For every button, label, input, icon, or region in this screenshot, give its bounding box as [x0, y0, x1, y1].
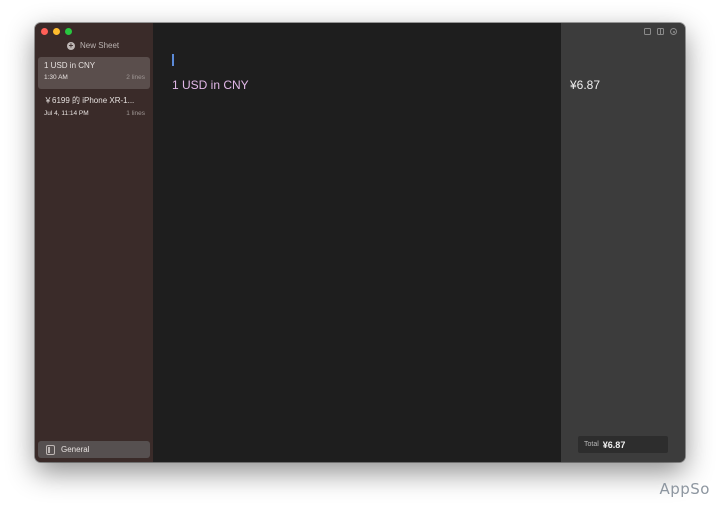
sheet-item[interactable]: 1 USD in CNY 1:30 AM 2 lines — [38, 57, 150, 89]
single-pane-icon[interactable] — [644, 28, 651, 35]
sheet-time: Jul 4, 11:14 PM — [44, 110, 89, 117]
total-label: Total — [584, 441, 599, 448]
sidebar: + New Sheet 1 USD in CNY 1:30 AM 2 lines… — [35, 23, 153, 462]
sheet-icon — [46, 444, 55, 455]
app-window: + New Sheet 1 USD in CNY 1:30 AM 2 lines… — [35, 23, 685, 462]
minimize-button[interactable] — [53, 28, 60, 35]
toolbar-icons — [644, 28, 677, 35]
close-button[interactable] — [41, 28, 48, 35]
new-sheet-label: New Sheet — [80, 41, 120, 50]
result-value: ¥6.87 — [570, 78, 601, 92]
window-controls — [41, 28, 72, 35]
sheet-time: 1:30 AM — [44, 74, 68, 81]
editor-pane[interactable]: 1 USD in CNY — [153, 23, 561, 462]
general-label: General — [61, 445, 90, 454]
expression-line[interactable]: 1 USD in CNY — [172, 78, 249, 92]
sheet-line-count: 2 lines — [126, 74, 145, 81]
sheet-title: 1 USD in CNY — [44, 61, 96, 70]
watermark-logo: AppSo — [659, 480, 710, 498]
results-pane: ¥6.87 Total ¥6.87 — [561, 23, 685, 462]
text-caret — [172, 54, 174, 66]
sheet-title: ￥6199 的 iPhone XR-1... — [44, 96, 135, 105]
settings-icon[interactable] — [670, 28, 677, 35]
general-folder-button[interactable]: General — [38, 441, 150, 458]
sheet-item[interactable]: ￥6199 的 iPhone XR-1... Jul 4, 11:14 PM 1… — [38, 91, 150, 123]
zoom-button[interactable] — [65, 28, 72, 35]
plus-circle-icon: + — [67, 40, 75, 50]
new-sheet-button[interactable]: + New Sheet — [67, 41, 119, 50]
total-value: ¥6.87 — [602, 439, 626, 450]
split-pane-icon[interactable] — [657, 28, 664, 35]
total-box[interactable]: Total ¥6.87 — [578, 436, 668, 453]
sheet-line-count: 1 lines — [126, 110, 145, 117]
